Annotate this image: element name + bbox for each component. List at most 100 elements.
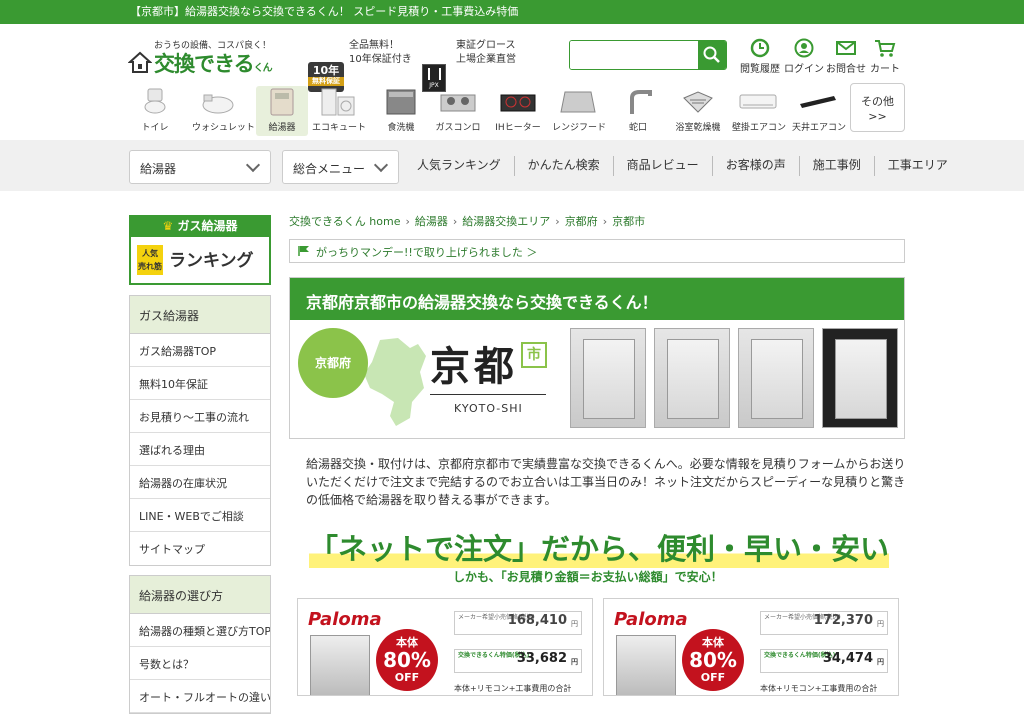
bath-dryer-icon: [678, 86, 718, 118]
nav-link-customer-voice[interactable]: お客様の声: [711, 156, 799, 176]
faucet-icon: [618, 86, 658, 118]
city-roman: KYOTO-SHI: [454, 402, 523, 415]
sidebar-header: ガス給湯器: [130, 296, 270, 334]
site-logo[interactable]: おうちの設備、コスパ良く！ 交換できるくん: [128, 38, 298, 82]
product-card[interactable]: Paloma 本体 80% OFF メーカー希望小売価格(税込) 168,410 円 交…: [297, 598, 593, 696]
page: 【京都市】給湯器交換なら交換できるくん！ スピード見積り・工事費込み特価 おうち…: [0, 0, 1024, 714]
category-dishwasher[interactable]: 食洗機: [375, 86, 427, 136]
toilet-icon: [135, 86, 175, 118]
media-notice-link[interactable]: がっちりマンデー!!で取り上げられました ＞: [289, 239, 905, 263]
nav-link-reviews[interactable]: 商品レビュー: [612, 156, 712, 176]
crown-icon: ♛: [162, 219, 174, 233]
contact-link[interactable]: お問合せ: [826, 38, 866, 75]
nav-link-easy-search[interactable]: かんたん検索: [513, 156, 613, 176]
ranking-title: ♛ ガス給湯器: [129, 215, 271, 237]
price-note: 本体+リモコン+工事費用の合計: [760, 684, 878, 693]
chevron-down-icon: [245, 157, 261, 173]
ranking-label: ランキング: [169, 251, 254, 271]
nav-link-ranking[interactable]: 人気ランキング: [404, 156, 514, 176]
range-hood-icon: [558, 86, 598, 118]
category-bath-dryer[interactable]: 浴室乾燥機: [672, 86, 724, 136]
sidebar-item[interactable]: ガス給湯器TOP: [130, 334, 270, 367]
search-button[interactable]: [698, 41, 726, 69]
sidebar-header: 給湯器の選び方: [130, 576, 270, 614]
category-water-heater[interactable]: 給湯器: [256, 86, 308, 136]
search-box: [569, 40, 727, 70]
brand-logo: Paloma: [614, 609, 688, 630]
nav-links: 人気ランキング かんたん検索 商品レビュー お客様の声 施工事例 工事エリア: [404, 156, 961, 176]
kyoto-map-icon: [364, 338, 426, 426]
sidebar-item[interactable]: 選ばれる理由: [130, 433, 270, 466]
dishwasher-icon: [381, 86, 421, 118]
main-slogan: 「ネットで注文」だから、便利・早い・安い: [309, 526, 890, 568]
city-suffix: 市: [521, 342, 547, 368]
category-gas-stove[interactable]: ガスコンロ: [432, 86, 484, 136]
nav-link-area[interactable]: 工事エリア: [873, 156, 961, 176]
price-note: 本体+リモコン+工事費用の合計: [454, 684, 572, 693]
mail-icon: [836, 41, 856, 55]
maker-price-box: メーカー希望小売価格(税込) 172,370 円: [760, 611, 888, 635]
sidebar-item[interactable]: 号数とは？: [130, 647, 270, 680]
category-toilet[interactable]: トイレ: [129, 86, 181, 136]
user-icon: [794, 38, 814, 58]
wall-aircon-icon: [738, 86, 778, 118]
sidebar-item[interactable]: LINE・WEBでご相談: [130, 499, 270, 532]
nav-link-cases[interactable]: 施工事例: [798, 156, 874, 176]
category-range-hood[interactable]: レンジフード: [552, 86, 606, 136]
category-ecocute[interactable]: エコキュート: [312, 86, 366, 136]
sidebar-item[interactable]: 給湯器の種類と選び方TOP: [130, 614, 270, 647]
sidebar-item[interactable]: 給湯器の在庫状況: [130, 466, 270, 499]
water-heater-icon: [262, 86, 302, 118]
breadcrumb-link[interactable]: 給湯器交換エリア: [462, 215, 550, 228]
category-ih-heater[interactable]: IHヒーター: [492, 86, 544, 136]
install-photo: [570, 328, 646, 428]
intro-description: 給湯器交換・取付けは、京都府京都市で実績豊富な交換できるくんへ。必要な情報を見積…: [306, 457, 906, 507]
general-menu-select[interactable]: 総合メニュー: [282, 150, 399, 184]
install-photo: [738, 328, 814, 428]
gas-stove-icon: [438, 86, 478, 118]
listed-company-text: 東証グロース 上場企業直営: [456, 40, 516, 65]
product-image: [310, 635, 370, 695]
search-input[interactable]: [570, 41, 698, 69]
free-warranty-text: 全品無料！ 10年保証付き: [349, 40, 412, 65]
install-photo: [654, 328, 730, 428]
ranking-badge: 人気 売れ筋: [137, 245, 163, 275]
special-price-box: 交換できるくん特価(税込) 34,474 円: [760, 649, 888, 673]
breadcrumb-link[interactable]: 京都府: [565, 215, 598, 228]
breadcrumb-current[interactable]: 京都市: [612, 215, 645, 228]
hero-banner: 京都府京都市の給湯器交換なら交換できるくん！ 京都府 京都 市 KYOTO-SH…: [289, 277, 905, 439]
breadcrumb-link[interactable]: 交換できるくん home: [289, 215, 400, 228]
category-select[interactable]: 給湯器: [129, 150, 271, 184]
city-divider: [430, 394, 546, 395]
chevron-down-icon: [373, 157, 389, 173]
logo-name: 交換できるくん: [154, 52, 273, 76]
cart-link[interactable]: カート: [865, 38, 905, 75]
sidebar-item[interactable]: オート・フルオートの違い: [130, 680, 270, 713]
category-washlet[interactable]: ウォシュレット: [192, 86, 255, 136]
history-icon: [750, 38, 770, 58]
sidebar-item[interactable]: お見積り～工事の流れ: [130, 400, 270, 433]
washlet-icon: [198, 86, 238, 118]
ranking-banner[interactable]: ♛ ガス給湯器 人気 売れ筋 ランキング: [129, 215, 271, 285]
login-link[interactable]: ログイン: [784, 38, 824, 75]
special-price-box: 交換できるくん特価(税込) 33,682 円: [454, 649, 582, 673]
category-ceiling-aircon[interactable]: 天井エアコン: [792, 86, 846, 136]
top-announcement-bar: 【京都市】給湯器交換なら交換できるくん！ スピード見積り・工事費込み特価: [0, 0, 1024, 24]
city-name: 京都: [430, 344, 518, 390]
breadcrumb-link[interactable]: 給湯器: [415, 215, 448, 228]
hero-title: 京都府京都市の給湯器交換なら交換できるくん！: [290, 278, 904, 320]
history-link[interactable]: 閲覧履歴: [740, 38, 780, 75]
sidebar-how-to-choose: 給湯器の選び方 給湯器の種類と選び方TOP 号数とは？ オート・フルオートの違い: [129, 575, 271, 714]
sidebar-gas-heater: ガス給湯器 ガス給湯器TOP 無料10年保証 お見積り～工事の流れ 選ばれる理由…: [129, 295, 271, 566]
category-faucet[interactable]: 蛇口: [612, 86, 664, 136]
sidebar-item[interactable]: サイトマップ: [130, 532, 270, 565]
flag-icon: [298, 246, 309, 256]
product-card[interactable]: Paloma 本体 80% OFF メーカー希望小売価格(税込) 172,370 円 交…: [603, 598, 899, 696]
search-icon: [703, 46, 720, 63]
sidebar-item[interactable]: 無料10年保証: [130, 367, 270, 400]
ceiling-aircon-icon: [798, 86, 838, 118]
maker-price-box: メーカー希望小売価格(税込) 168,410 円: [454, 611, 582, 635]
category-more-button[interactable]: その他 >>: [850, 83, 905, 132]
category-wall-aircon[interactable]: 壁掛エアコン: [732, 86, 786, 136]
ih-heater-icon: [498, 86, 538, 118]
